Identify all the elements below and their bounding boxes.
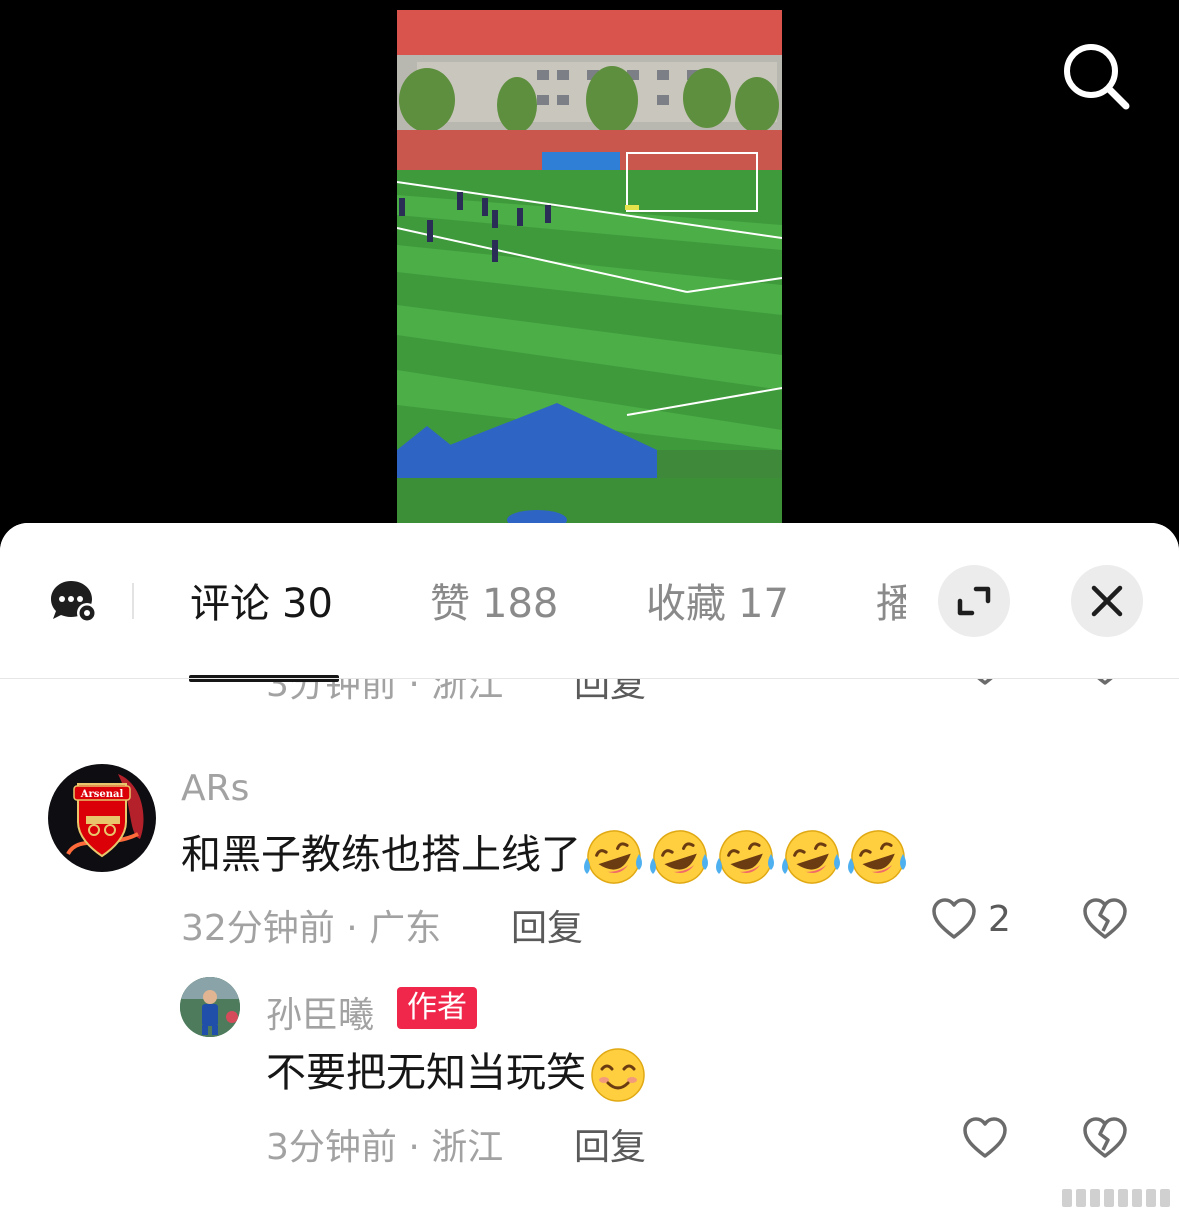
laughing-crying-emoji-icon: [650, 830, 708, 884]
close-button[interactable]: [1071, 565, 1143, 637]
tab-favorites-count: 17: [738, 581, 789, 627]
tab-comments-count: 30: [282, 581, 333, 627]
comment-time-location: 32分钟前 · 广东: [181, 908, 442, 949]
avatar-crest-text: Arsenal: [80, 789, 124, 800]
tab-divider: [132, 583, 134, 619]
laughing-crying-emoji-icon: [782, 830, 840, 884]
comment-username[interactable]: ARs: [181, 768, 249, 809]
like-count: 2: [988, 899, 1011, 940]
tab-more-label: 播: [876, 581, 906, 627]
reply-time-location: 3分钟前 · 浙江: [266, 1127, 504, 1168]
reply-username[interactable]: 孙臣曦: [266, 986, 374, 1038]
dislike-broken-heart-icon[interactable]: [1082, 897, 1128, 943]
football-match-scene: [397, 10, 782, 530]
reply-content: 不要把无知当玩笑: [266, 1041, 650, 1105]
reply-text: 不要把无知当玩笑: [266, 1050, 586, 1096]
reply-button[interactable]: 回复: [511, 899, 583, 951]
like-heart-icon[interactable]: [962, 1116, 1008, 1162]
expand-button[interactable]: [938, 565, 1010, 637]
comment-sheet: 评论 30 赞 188 收藏 17 播 3分钟前 · 浙江 回复 Arsenal…: [0, 523, 1179, 1227]
watermark-dots: [1062, 1189, 1170, 1207]
search-icon[interactable]: [1058, 38, 1134, 114]
dislike-broken-heart-icon[interactable]: [1082, 1116, 1128, 1162]
comment-settings-icon[interactable]: [50, 579, 100, 625]
reply-button[interactable]: 回复: [574, 1118, 646, 1170]
tab-bar: 评论 30 赞 188 收藏 17 播: [0, 523, 1179, 682]
avatar-ars[interactable]: Arsenal: [48, 764, 156, 872]
video-preview[interactable]: [397, 10, 782, 530]
tab-likes-count: 188: [482, 581, 559, 627]
comment-content: 和黑子教练也搭上线了: [181, 823, 911, 887]
avatar-author[interactable]: [180, 977, 240, 1037]
tab-more[interactable]: 播: [876, 579, 906, 629]
comment-text: 和黑子教练也搭上线了: [181, 832, 581, 878]
arsenal-crest-avatar: Arsenal: [66, 774, 144, 858]
laughing-crying-emoji-icon: [848, 830, 906, 884]
laughing-emoji-group: [581, 830, 911, 884]
like-heart-icon[interactable]: [931, 897, 977, 943]
tab-likes-label: 赞: [430, 581, 470, 627]
blushing-smile-emoji-icon: [591, 1048, 645, 1102]
tab-favorites-label: 收藏: [646, 581, 726, 627]
laughing-crying-emoji-icon: [716, 830, 774, 884]
tab-comments[interactable]: 评论 30: [190, 579, 333, 629]
expand-icon: [957, 586, 991, 616]
author-avatar-photo: [180, 977, 240, 1037]
laughing-crying-emoji-icon: [584, 830, 642, 884]
author-badge: 作者: [397, 987, 477, 1029]
tab-likes[interactable]: 赞 188: [430, 579, 558, 629]
tab-comments-label: 评论: [190, 581, 270, 627]
tab-bar-divider: [0, 678, 1179, 679]
close-icon: [1091, 585, 1123, 617]
tab-favorites[interactable]: 收藏 17: [646, 579, 789, 629]
